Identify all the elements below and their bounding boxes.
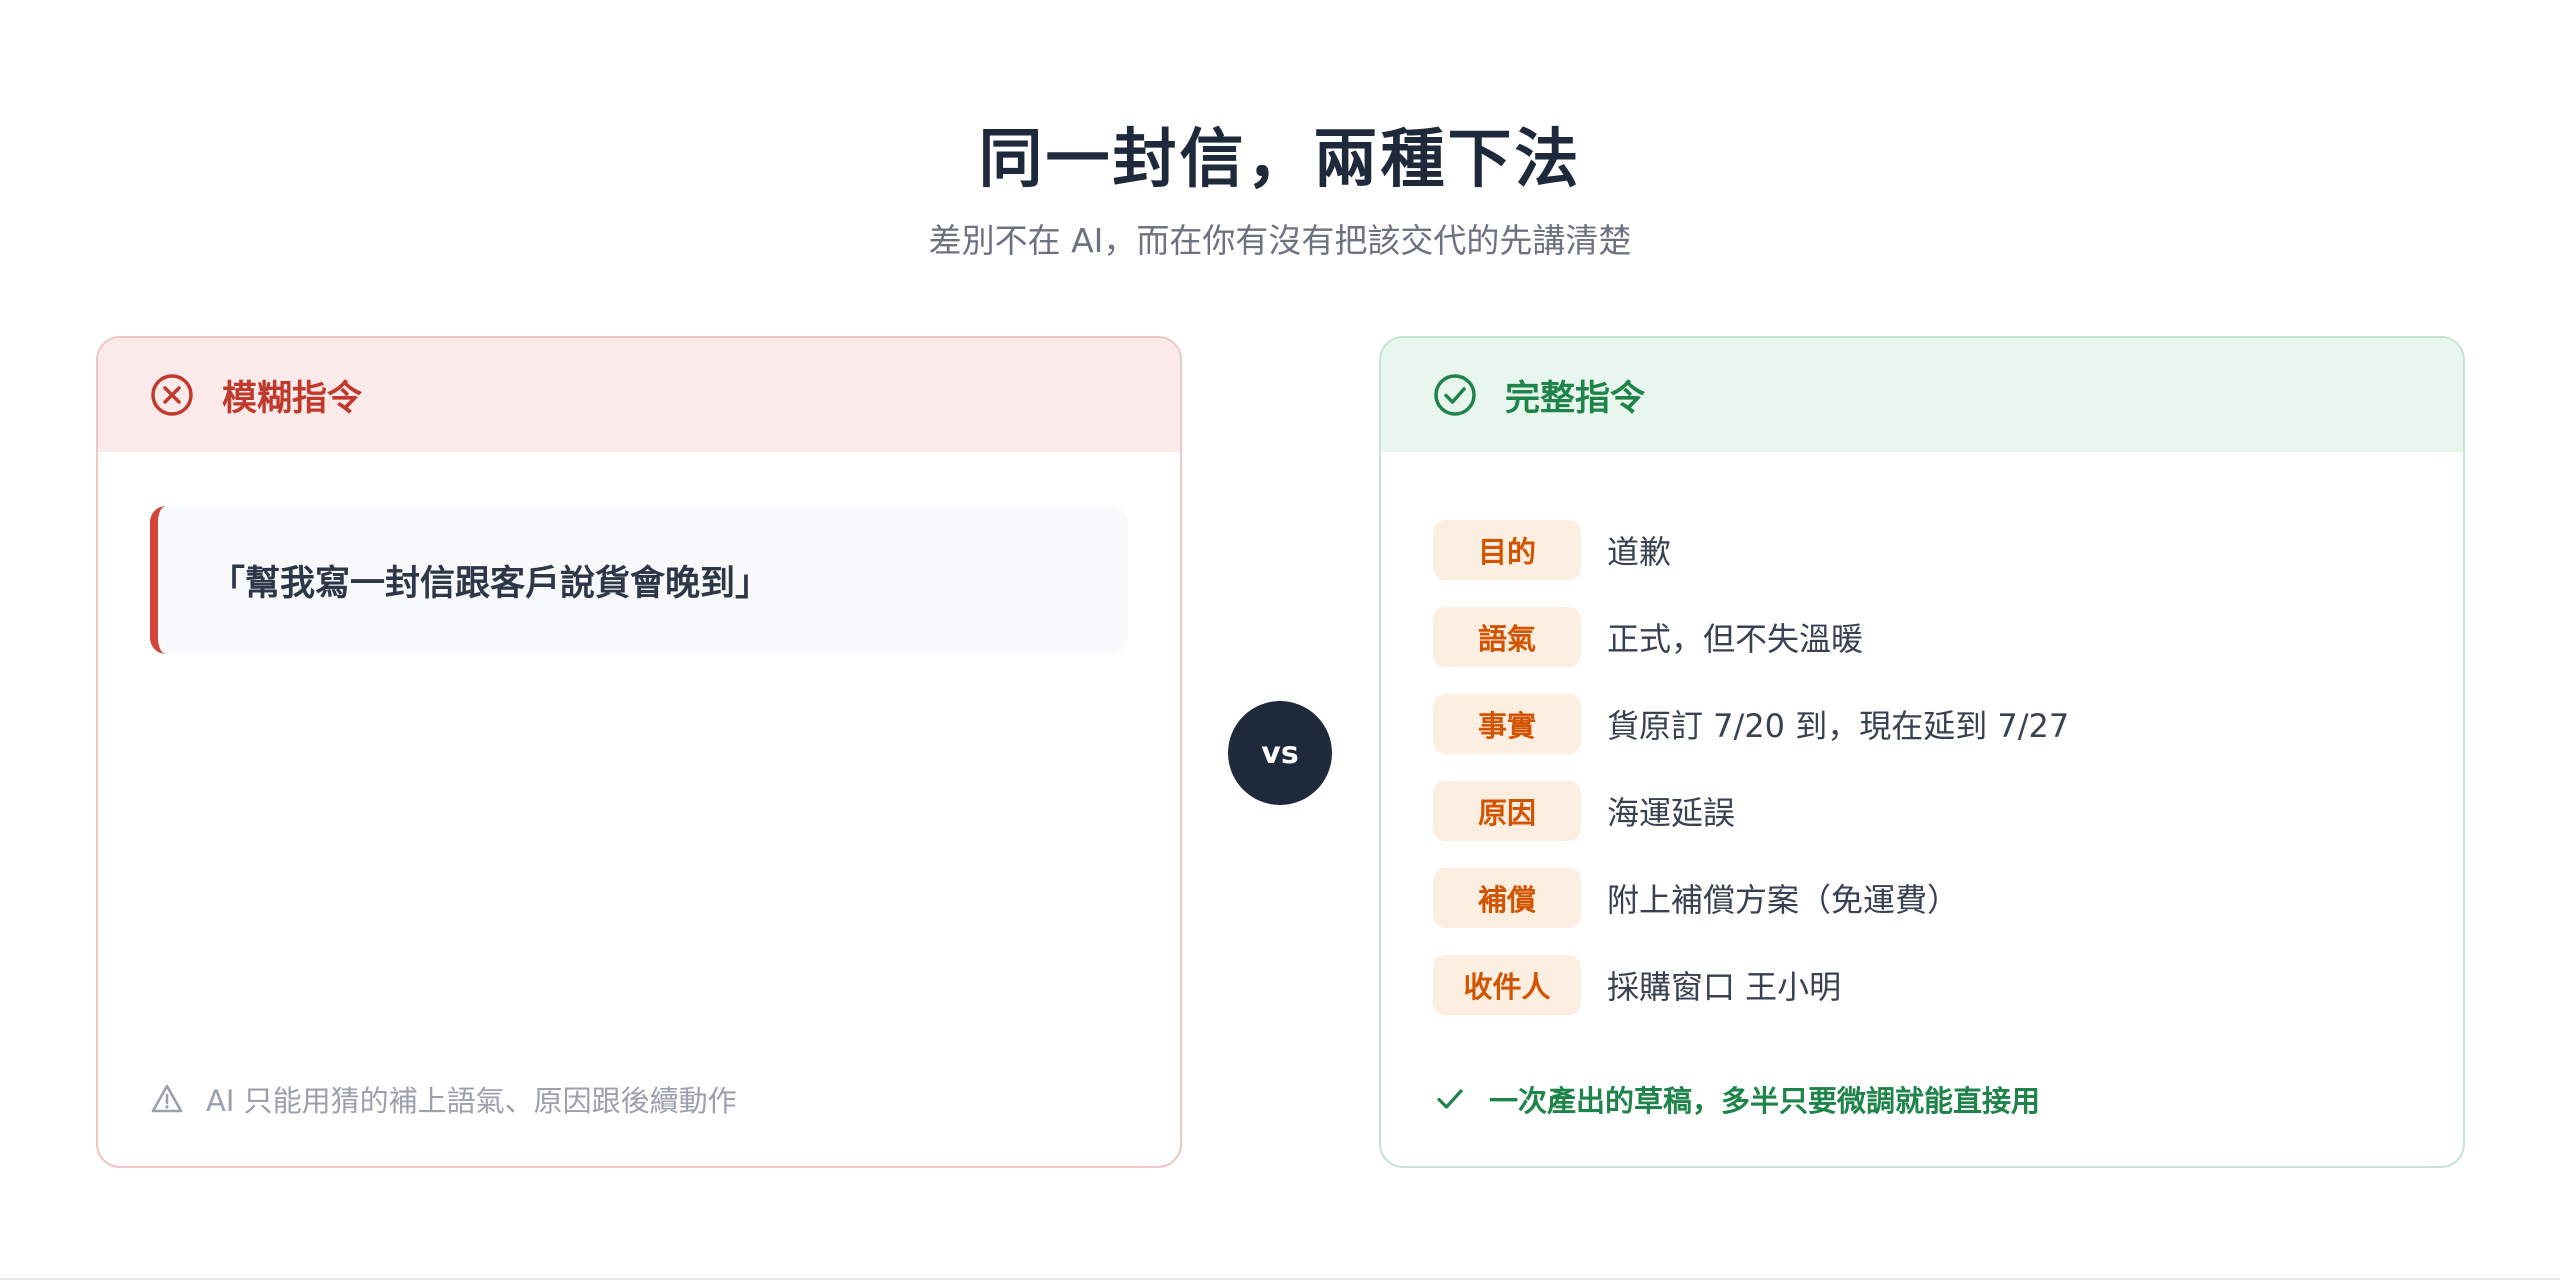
vague-prompt-quote: 「幫我寫一封信跟客戶說貨會晚到」 — [150, 506, 1128, 654]
vague-prompt-card: 模糊指令 「幫我寫一封信跟客戶說貨會晚到」 AI 只能用猜的補上語氣、原因跟後續… — [96, 336, 1182, 1168]
vague-warning: AI 只能用猜的補上語氣、原因跟後續動作 — [150, 1078, 737, 1120]
vague-card-header: 模糊指令 — [98, 338, 1180, 452]
complete-result-text: 一次產出的草稿，多半只要微調就能直接用 — [1489, 1084, 2041, 1118]
bottom-divider — [0, 1278, 2560, 1280]
warning-triangle-icon — [151, 1084, 183, 1113]
vague-warning-text: AI 只能用猜的補上語氣、原因跟後續動作 — [206, 1084, 737, 1118]
field-row-recipient: 收件人 採購窗口 王小明 — [1433, 941, 2069, 1028]
field-tag: 收件人 — [1433, 954, 1581, 1015]
complete-card-header: 完整指令 — [1381, 338, 2463, 452]
field-row-compensation: 補償 附上補償方案（免運費） — [1433, 854, 2069, 941]
page-subtitle: 差別不在 AI，而在你有沒有把該交代的先講清楚 — [928, 221, 1632, 260]
vague-prompt-text: 「幫我寫一封信跟客戶說貨會晚到」 — [210, 563, 771, 604]
field-row-facts: 事實 貨原訂 7/20 到，現在延到 7/27 — [1433, 680, 2069, 767]
complete-prompt-card: 完整指令 目的 道歉 語氣 正式，但不失溫暖 事實 貨原訂 7/20 到，現在延… — [1379, 336, 2465, 1168]
page-title: 同一封信，兩種下法 — [978, 123, 1582, 197]
field-tag: 目的 — [1433, 519, 1581, 580]
field-tag: 語氣 — [1433, 606, 1581, 667]
complete-card-label: 完整指令 — [1505, 378, 1646, 419]
x-circle-icon — [151, 374, 193, 416]
check-circle-icon — [1434, 374, 1476, 416]
field-row-reason: 原因 海運延誤 — [1433, 767, 2069, 854]
vs-badge: vs — [1228, 701, 1332, 805]
field-tag: 補償 — [1433, 867, 1581, 928]
field-value: 海運延誤 — [1607, 793, 1736, 832]
field-value: 附上補償方案（免運費） — [1607, 880, 1960, 919]
complete-result: 一次產出的草稿，多半只要微調就能直接用 — [1433, 1078, 2040, 1120]
comparison-page: 同一封信，兩種下法 差別不在 AI，而在你有沒有把該交代的先講清楚 模糊指令 「… — [0, 0, 2560, 1282]
vague-card-label: 模糊指令 — [222, 378, 363, 419]
field-tag: 事實 — [1433, 693, 1581, 754]
field-row-purpose: 目的 道歉 — [1433, 506, 2069, 593]
field-value: 採購窗口 王小明 — [1607, 967, 1842, 1006]
field-value: 正式，但不失溫暖 — [1607, 619, 1864, 658]
field-value: 貨原訂 7/20 到，現在延到 7/27 — [1607, 706, 2070, 745]
field-tag: 原因 — [1433, 780, 1581, 841]
field-row-tone: 語氣 正式，但不失溫暖 — [1433, 593, 2069, 680]
prompt-field-list: 目的 道歉 語氣 正式，但不失溫暖 事實 貨原訂 7/20 到，現在延到 7/2… — [1433, 506, 2069, 1028]
check-icon — [1437, 1089, 1463, 1109]
field-value: 道歉 — [1607, 532, 1672, 571]
